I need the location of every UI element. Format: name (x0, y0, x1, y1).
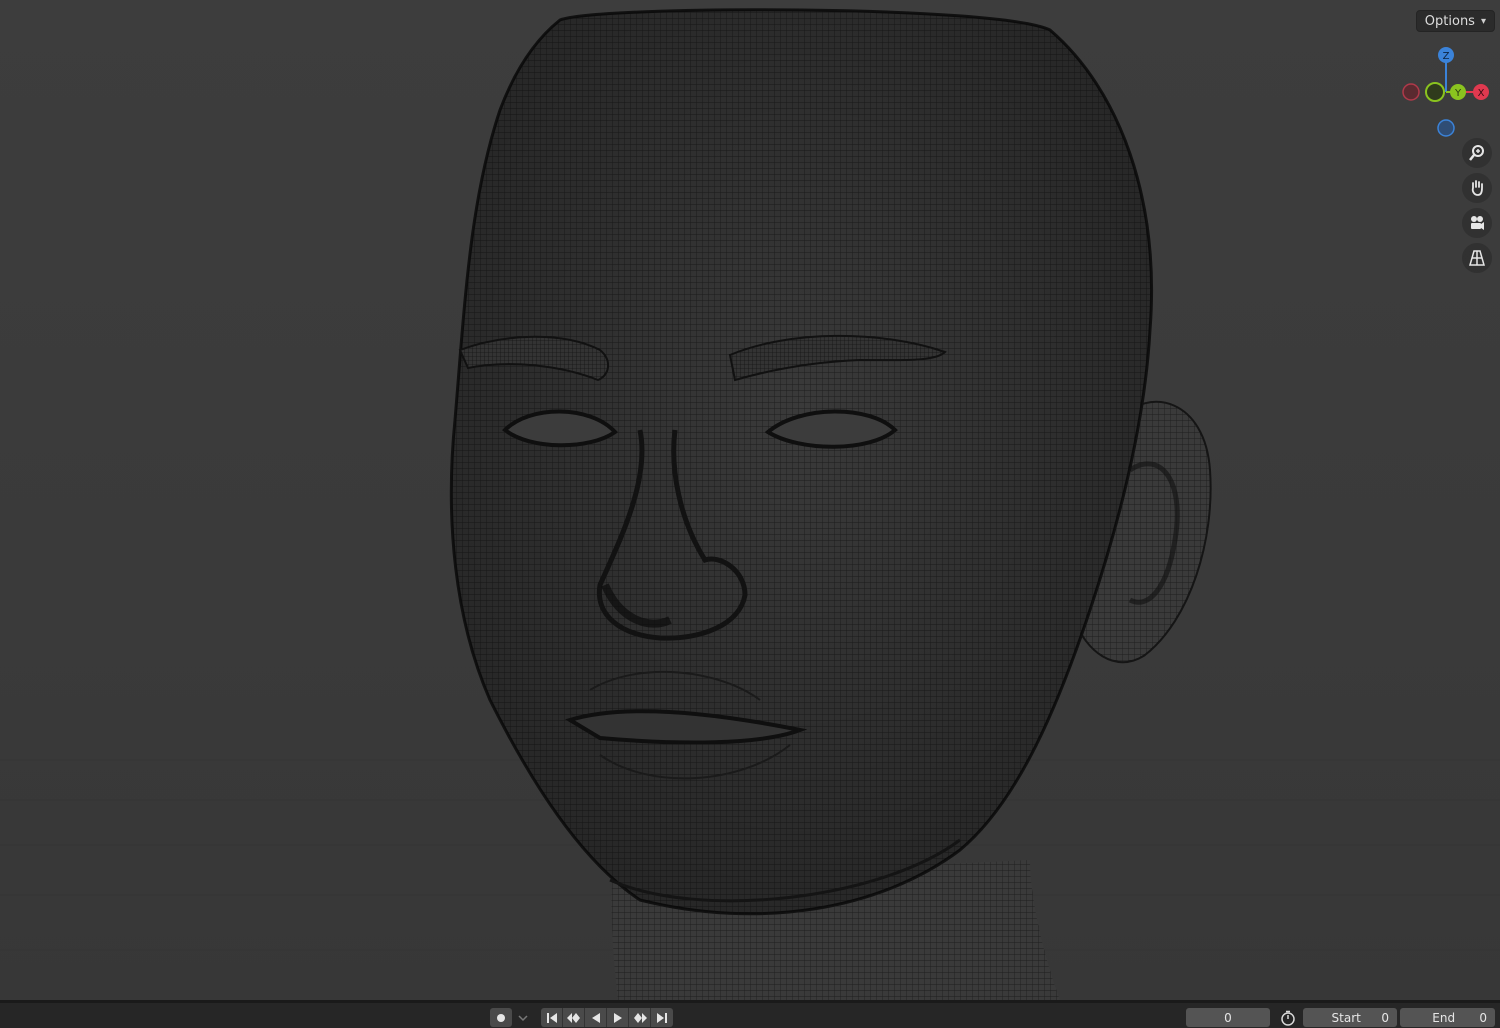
navigation-gizmo[interactable]: Y X Z (1398, 40, 1500, 142)
viewport-nav-tools (1462, 138, 1494, 278)
jump-to-keyframe-back-button[interactable] (563, 1008, 585, 1027)
record-button[interactable] (490, 1008, 512, 1027)
pan-button[interactable] (1462, 173, 1492, 203)
end-frame-field[interactable]: End 0 (1400, 1008, 1495, 1027)
perspective-toggle-button[interactable] (1462, 243, 1492, 273)
x-axis-label: X (1478, 88, 1485, 99)
end-frame-label: End (1432, 1010, 1456, 1025)
3d-viewport[interactable]: Options ▾ Y X Z (0, 0, 1500, 1000)
chevron-down-icon: ▾ (1480, 15, 1486, 27)
options-label: Options (1424, 13, 1475, 29)
camera-view-button[interactable] (1462, 208, 1492, 238)
current-frame-field[interactable]: 0 (1186, 1008, 1270, 1027)
options-dropdown[interactable]: Options ▾ (1415, 10, 1495, 32)
play-button[interactable] (607, 1008, 629, 1027)
record-icon (497, 1013, 505, 1022)
play-icon (613, 1012, 622, 1023)
next-keyframe-icon (633, 1012, 647, 1023)
current-frame-value: 0 (1224, 1010, 1232, 1025)
end-frame-value: 0 (1479, 1010, 1487, 1025)
neg-y-axis-handle[interactable] (1425, 82, 1445, 102)
chevron-down-icon[interactable] (516, 1011, 530, 1025)
jump-start-icon (546, 1012, 557, 1023)
zoom-icon (1469, 145, 1484, 161)
viewport-scene (0, 8, 1500, 1000)
y-axis-label: Y (1454, 88, 1462, 99)
zoom-button[interactable] (1462, 138, 1492, 168)
use-preview-range-toggle[interactable] (1278, 1008, 1298, 1027)
jump-to-keyframe-forward-button[interactable] (629, 1008, 651, 1027)
neg-x-axis-handle[interactable] (1402, 83, 1420, 101)
play-reverse-icon (591, 1012, 600, 1023)
jump-to-end-button[interactable] (651, 1008, 673, 1027)
hand-pan-icon (1471, 180, 1483, 196)
camera-icon (1471, 216, 1484, 230)
play-reverse-button[interactable] (585, 1008, 607, 1027)
timeline-bar: 0 Start 0 End 0 (0, 1000, 1500, 1028)
z-axis-label: Z (1443, 51, 1450, 62)
jump-end-icon (657, 1012, 667, 1023)
start-frame-value: 0 (1381, 1010, 1389, 1025)
start-frame-field[interactable]: Start 0 (1303, 1008, 1397, 1027)
playback-controls (541, 1008, 673, 1027)
stopwatch-icon (1281, 1010, 1295, 1026)
neg-z-axis-handle[interactable] (1437, 119, 1455, 137)
jump-to-start-button[interactable] (541, 1008, 563, 1027)
prev-keyframe-icon (566, 1012, 580, 1023)
record-group (490, 1008, 530, 1027)
perspective-grid-icon (1469, 250, 1485, 266)
start-frame-label: Start (1331, 1010, 1361, 1025)
